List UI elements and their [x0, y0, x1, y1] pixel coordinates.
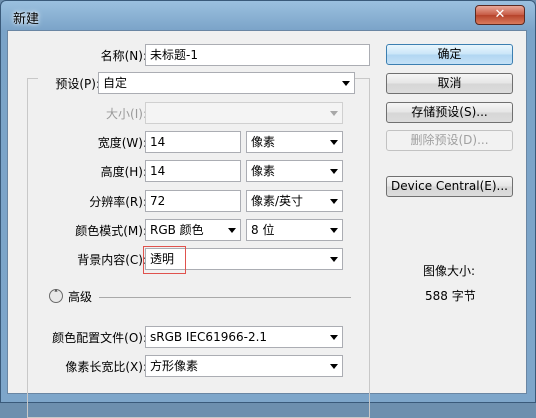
chevron-down-icon — [330, 111, 338, 116]
width-input[interactable]: 14 — [145, 131, 241, 153]
close-icon: ✕ — [494, 7, 506, 22]
chevron-down-icon — [330, 140, 338, 145]
advanced-label: 高级 — [68, 290, 93, 304]
chevron-down-icon — [228, 228, 236, 233]
device-central-button[interactable]: Device Central(E)... — [386, 176, 513, 197]
resolution-input[interactable]: 72 — [145, 190, 241, 212]
close-button[interactable]: ✕ — [475, 5, 525, 25]
size-label: 大小(I): — [106, 107, 147, 121]
chevron-down-icon — [330, 335, 338, 340]
background-label: 背景内容(C): — [77, 253, 147, 267]
dialog-title: 新建 — [13, 12, 40, 27]
preset-select[interactable]: 自定 — [98, 72, 355, 94]
color-mode-label: 颜色模式(M): — [75, 224, 147, 238]
height-label: 高度(H): — [100, 165, 147, 179]
ok-button[interactable]: 确定 — [386, 44, 513, 65]
width-unit-value: 像素 — [251, 135, 276, 149]
title-bar: 新建 ✕ — [1, 1, 535, 31]
cancel-button[interactable]: 取消 — [386, 73, 513, 94]
name-value: 未标题-1 — [150, 48, 198, 62]
preset-value: 自定 — [103, 76, 128, 90]
chevron-down-icon — [330, 199, 338, 204]
width-value: 14 — [150, 135, 166, 149]
chevron-down-icon — [330, 228, 338, 233]
bit-depth-value: 8 位 — [251, 223, 275, 237]
dialog-client-area: 名称(N): 未标题-1 预设(P): 自定 大小(I): 宽度(W): 14 … — [7, 30, 527, 418]
pixel-aspect-select[interactable]: 方形像素 — [145, 355, 343, 377]
color-mode-select[interactable]: RGB 颜色 — [145, 219, 241, 241]
name-label: 名称(N): — [100, 49, 147, 63]
color-mode-value: RGB 颜色 — [150, 223, 204, 237]
pixel-aspect-label: 像素长宽比(X): — [65, 360, 147, 374]
height-value: 14 — [150, 164, 166, 178]
color-profile-value: sRGB IEC61966-2.1 — [150, 330, 268, 344]
resolution-label: 分辨率(R): — [89, 195, 147, 209]
pixel-aspect-value: 方形像素 — [150, 359, 199, 373]
chevron-up-icon: ˄ — [53, 290, 59, 300]
save-preset-button[interactable]: 存储预设(S)... — [386, 102, 513, 123]
chevron-down-icon — [330, 257, 338, 262]
advanced-toggle[interactable]: ˄ — [49, 289, 63, 303]
chevron-down-icon — [342, 81, 350, 86]
preset-label: 预设(P): — [38, 76, 100, 92]
resolution-value: 72 — [150, 194, 166, 208]
resolution-unit-select[interactable]: 像素/英寸 — [246, 190, 343, 212]
chevron-down-icon — [330, 169, 338, 174]
color-profile-label: 颜色配置文件(O): — [52, 331, 147, 345]
height-unit-select[interactable]: 像素 — [246, 160, 343, 182]
image-size-value: 588 字节 — [425, 289, 476, 303]
height-input[interactable]: 14 — [145, 160, 241, 182]
width-label: 宽度(W): — [97, 136, 147, 150]
annotation-highlight — [143, 246, 186, 274]
color-profile-select[interactable]: sRGB IEC61966-2.1 — [145, 326, 343, 348]
width-unit-select[interactable]: 像素 — [246, 131, 343, 153]
resolution-unit-value: 像素/英寸 — [251, 194, 304, 208]
size-select[interactable] — [145, 102, 343, 124]
bit-depth-select[interactable]: 8 位 — [246, 219, 343, 241]
chevron-down-icon — [330, 364, 338, 369]
name-input[interactable]: 未标题-1 — [145, 44, 370, 66]
delete-preset-button[interactable]: 删除预设(D)... — [386, 130, 513, 151]
image-size-label: 图像大小: — [423, 264, 476, 278]
advanced-divider — [99, 297, 351, 298]
height-unit-value: 像素 — [251, 164, 276, 178]
